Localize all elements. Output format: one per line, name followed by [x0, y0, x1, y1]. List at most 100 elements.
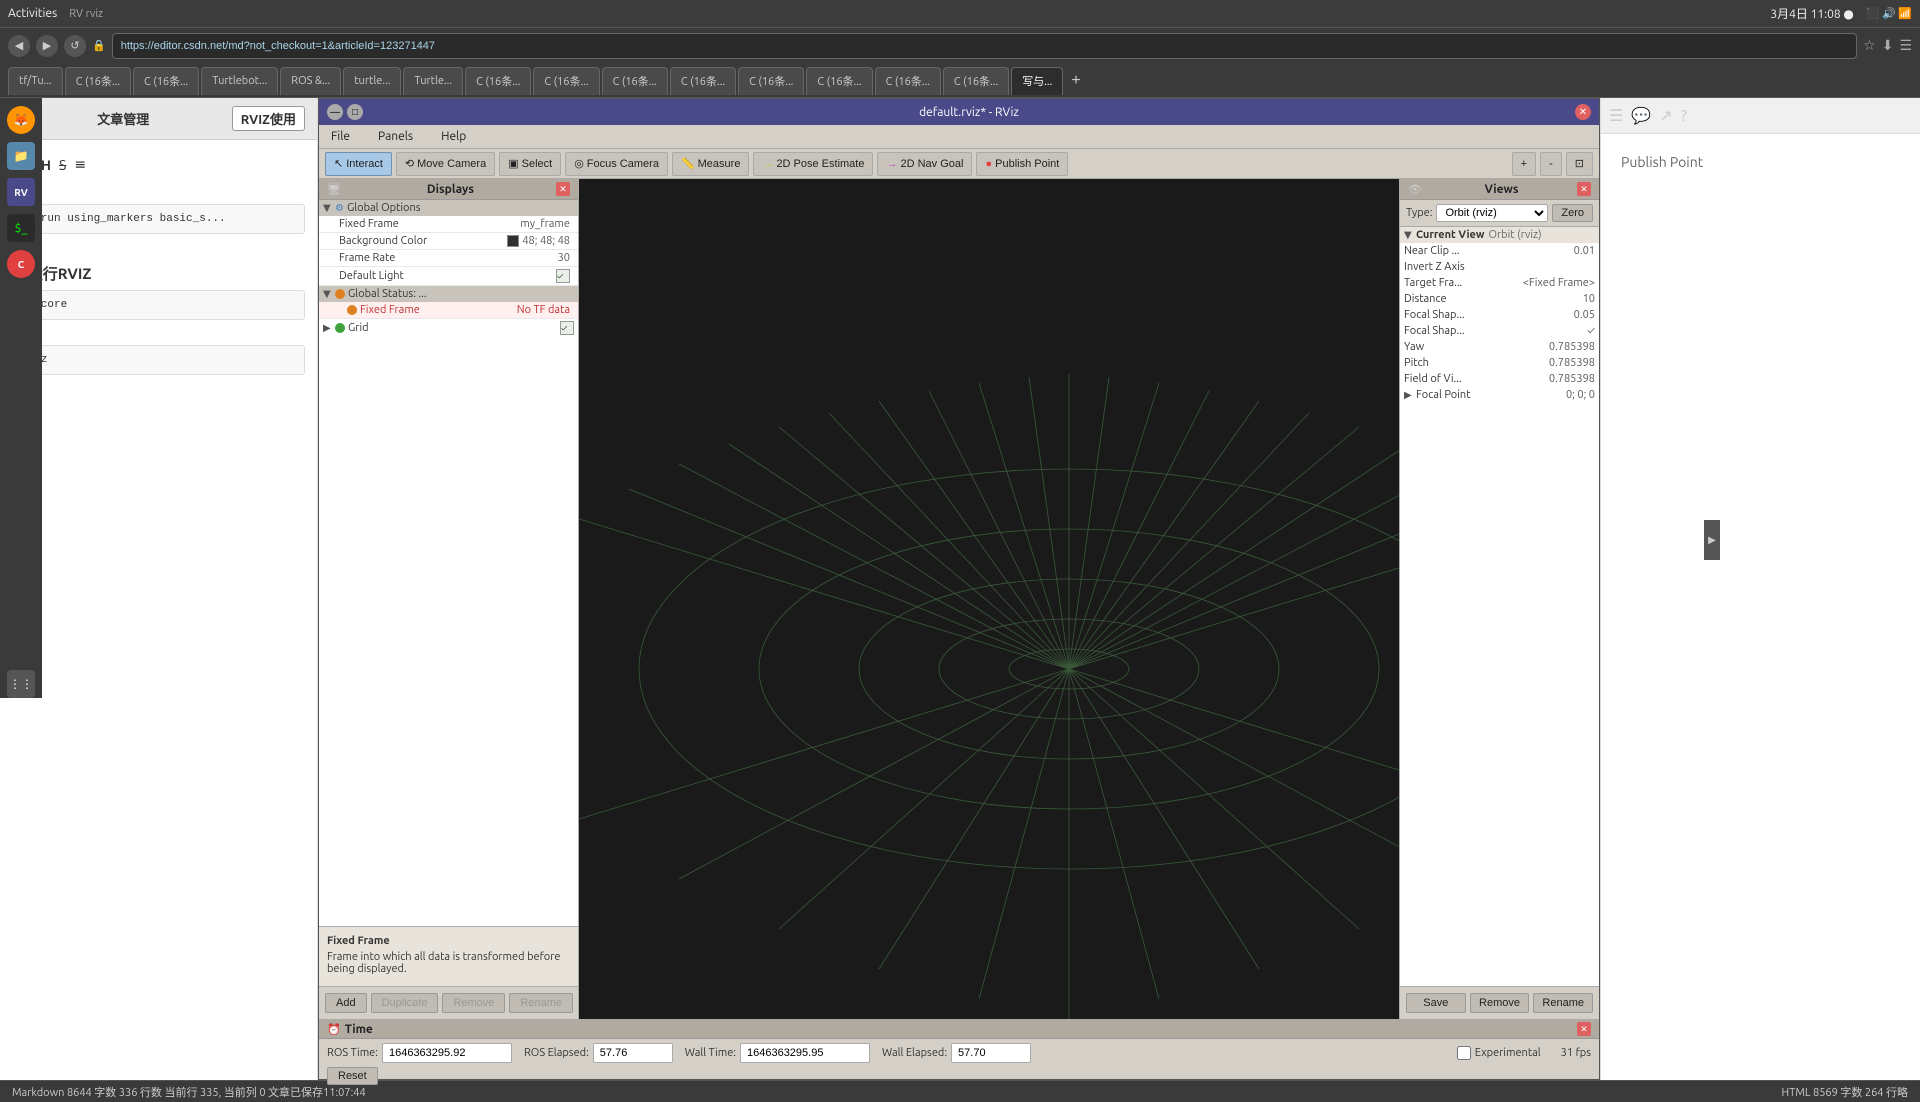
tab-turtle3[interactable]: Turtle...	[403, 67, 463, 95]
views-close-button[interactable]: ✕	[1577, 182, 1591, 196]
measure-button[interactable]: 📏 Measure	[672, 152, 750, 176]
tree-item-global-status[interactable]: ▼ Global Status: ...	[319, 286, 578, 302]
help-icon[interactable]: ?	[1681, 107, 1687, 125]
tab-active-write[interactable]: 写与...	[1011, 67, 1063, 95]
list-icon[interactable]: ≡	[74, 156, 86, 173]
sidebar-files-icon[interactable]: 📁	[7, 142, 35, 170]
zoom-in-button[interactable]: +	[1512, 152, 1536, 176]
tab-c8[interactable]: C (16条...	[806, 67, 872, 95]
sidebar-rviz-icon[interactable]: RV	[7, 178, 35, 206]
save-view-button[interactable]: Save	[1406, 993, 1466, 1013]
fixed-frame-row[interactable]: Fixed Frame my_frame	[319, 216, 578, 233]
close-button[interactable]: ✕	[1575, 104, 1591, 120]
focal-point-row[interactable]: ▶ Focal Point 0; 0; 0	[1400, 387, 1599, 403]
tab-turtlebot[interactable]: Turtlebot...	[201, 67, 278, 95]
forward-button[interactable]: ▶	[36, 35, 58, 57]
tree-item-grid[interactable]: ▶ Grid	[319, 319, 578, 337]
add-tab-button[interactable]: +	[1065, 72, 1086, 90]
zoom-fit-button[interactable]: ⊡	[1566, 152, 1593, 176]
background-color-row[interactable]: Background Color 48; 48; 48	[319, 233, 578, 250]
tab-ros[interactable]: ROS &...	[280, 67, 341, 95]
views-zero-button[interactable]: Zero	[1552, 204, 1593, 222]
frame-rate-row[interactable]: Frame Rate 30	[319, 250, 578, 267]
refresh-button[interactable]: ↺	[64, 35, 86, 57]
menu-icon[interactable]: ☰	[1899, 37, 1912, 54]
tab-turtle2[interactable]: turtle...	[343, 67, 401, 95]
tab-c10[interactable]: C (16条...	[943, 67, 1009, 95]
fov-value: 0.785398	[1549, 373, 1595, 385]
system-icons: ⬛ 🔊 📶	[1866, 7, 1912, 20]
tab-c7[interactable]: C (16条...	[738, 67, 804, 95]
viewport-arrow-right[interactable]: ▶	[1704, 520, 1720, 560]
download-icon[interactable]: ⬇	[1882, 37, 1894, 54]
ros-time-input[interactable]	[382, 1043, 512, 1063]
views-type-select[interactable]: Orbit (rviz)	[1436, 204, 1548, 222]
minimize-button[interactable]: —	[327, 104, 343, 120]
default-light-checkbox[interactable]	[556, 269, 570, 283]
ros-elapsed-input[interactable]	[593, 1043, 673, 1063]
menu-file[interactable]: File	[325, 128, 356, 145]
bookmark-icon[interactable]: ☆	[1863, 37, 1876, 54]
tab-tf[interactable]: tf/Tu...	[8, 67, 63, 95]
menu-panels[interactable]: Panels	[372, 128, 419, 145]
interact-button[interactable]: ↖ Interact	[325, 152, 392, 176]
distance-row[interactable]: Distance 10	[1400, 291, 1599, 307]
activities-label[interactable]: Activities	[8, 7, 57, 20]
publish-point-button[interactable]: ● Publish Point	[976, 152, 1068, 176]
duplicate-display-button[interactable]: Duplicate	[371, 993, 439, 1013]
strikethrough-icon[interactable]: S	[59, 157, 66, 173]
tab-c6[interactable]: C (16条...	[670, 67, 736, 95]
yaw-row[interactable]: Yaw 0.785398	[1400, 339, 1599, 355]
remove-display-button[interactable]: Remove	[442, 993, 505, 1013]
tab-c4[interactable]: C (16条...	[533, 67, 599, 95]
maximize-button[interactable]: □	[347, 104, 363, 120]
experimental-checkbox[interactable]	[1457, 1046, 1471, 1060]
remove-view-button[interactable]: Remove	[1470, 993, 1530, 1013]
pitch-row[interactable]: Pitch 0.785398	[1400, 355, 1599, 371]
fixed-frame-error-row[interactable]: Fixed Frame No TF data	[319, 302, 578, 319]
tab-c2[interactable]: C (16条...	[133, 67, 199, 95]
tab-c9[interactable]: C (16条...	[875, 67, 941, 95]
move-camera-button[interactable]: ⟲ Move Camera	[396, 152, 495, 176]
tab-c1[interactable]: C (16条...	[65, 67, 131, 95]
wall-elapsed-input[interactable]	[951, 1043, 1031, 1063]
views-current-view-section[interactable]: ▼ Current View Orbit (rviz)	[1400, 227, 1599, 243]
rename-display-button[interactable]: Rename	[509, 993, 573, 1013]
wall-time-input[interactable]	[740, 1043, 870, 1063]
sidebar-apps-icon[interactable]: ⋮⋮	[7, 670, 35, 698]
tab-c5[interactable]: C (16条...	[602, 67, 668, 95]
back-button[interactable]: ◀	[8, 35, 30, 57]
tab-c3[interactable]: C (16条...	[465, 67, 531, 95]
grid-checkbox[interactable]	[560, 321, 574, 335]
select-button[interactable]: ▣ Select	[499, 152, 561, 176]
zoom-out-button[interactable]: -	[1540, 152, 1562, 176]
displays-close-button[interactable]: ✕	[556, 182, 570, 196]
invert-z-row[interactable]: Invert Z Axis	[1400, 259, 1599, 275]
time-close-button[interactable]: ✕	[1577, 1022, 1591, 1036]
share-icon[interactable]: ↗	[1659, 106, 1672, 125]
rename-view-button[interactable]: Rename	[1533, 993, 1593, 1013]
background-color-label: Background Color	[339, 235, 507, 247]
toc-icon[interactable]: ☰	[1609, 106, 1623, 125]
heading-icon[interactable]: H	[41, 157, 51, 173]
add-display-button[interactable]: Add	[325, 993, 367, 1013]
displays-header: 🖥 Displays ✕	[319, 179, 578, 200]
url-bar[interactable]	[112, 33, 1857, 59]
default-light-row[interactable]: Default Light	[319, 267, 578, 286]
pose-estimate-button[interactable]: → 2D Pose Estimate	[753, 152, 873, 176]
menu-help[interactable]: Help	[435, 128, 472, 145]
comment-icon[interactable]: 💬	[1631, 106, 1651, 125]
reset-button[interactable]: Reset	[327, 1067, 378, 1085]
fov-row[interactable]: Field of Vi... 0.785398	[1400, 371, 1599, 387]
focal-shape1-label: Focal Shap...	[1404, 309, 1574, 321]
nav-goal-button[interactable]: → 2D Nav Goal	[877, 152, 972, 176]
tree-item-global-options[interactable]: ▼ ⚙ Global Options	[319, 200, 578, 216]
near-clip-row[interactable]: Near Clip ... 0.01	[1400, 243, 1599, 259]
3d-viewport[interactable]: .gl { stroke: #3a5a3a; stroke-width: 0.8…	[579, 179, 1399, 1019]
sidebar-csdn-icon[interactable]: C	[7, 250, 35, 278]
sidebar-terminal-icon[interactable]: $_	[7, 214, 35, 242]
target-frame-row[interactable]: Target Fra... <Fixed Frame>	[1400, 275, 1599, 291]
focal-shape1-row[interactable]: Focal Shap... 0.05	[1400, 307, 1599, 323]
focus-camera-button[interactable]: ◎ Focus Camera	[565, 152, 668, 176]
focal-shape2-row[interactable]: Focal Shap... ✓	[1400, 323, 1599, 339]
